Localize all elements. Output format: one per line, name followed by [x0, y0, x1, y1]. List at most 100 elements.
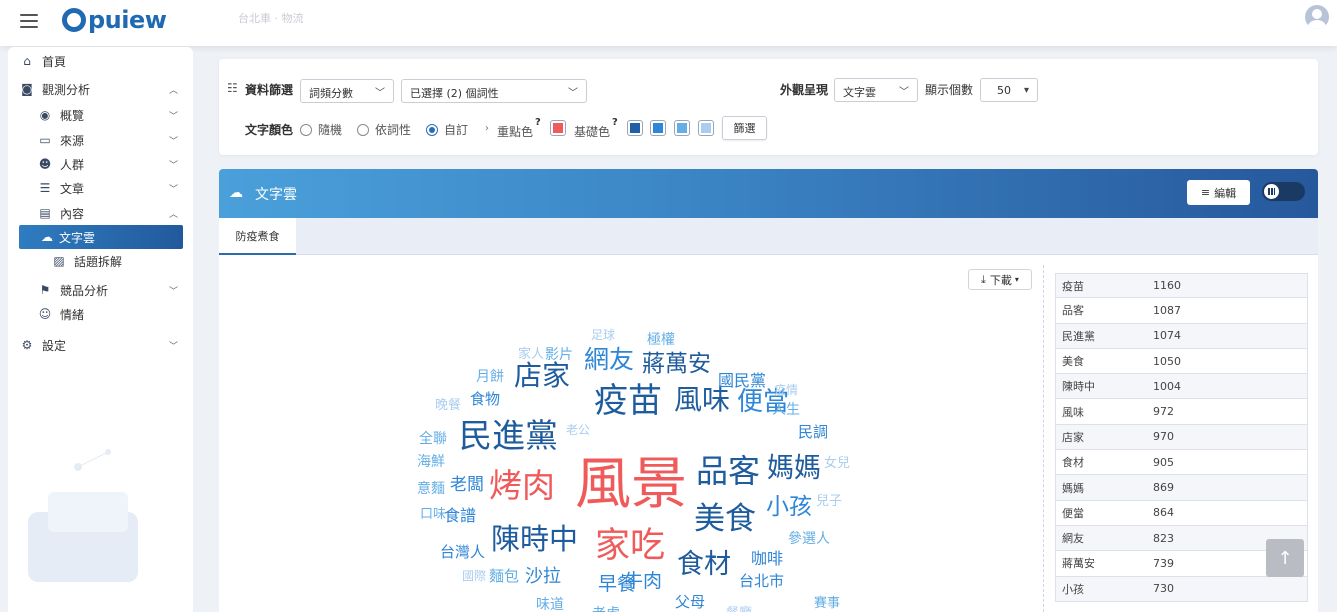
help-question-icon[interactable]: ?	[535, 117, 541, 128]
wordcloud-word[interactable]: 意麵	[417, 482, 445, 496]
sidebar-item-home[interactable]: ⌂ 首頁	[20, 50, 66, 72]
sidebar-item-label: 人群	[60, 157, 85, 172]
wordcloud-word[interactable]: 食材	[677, 551, 731, 578]
filter-button[interactable]: 篩選	[722, 116, 767, 140]
pos-select[interactable]: 已選擇 (2) 個詞性 ﹀	[401, 79, 587, 103]
count-select[interactable]: 50 ▾	[980, 78, 1038, 102]
wordcloud-word[interactable]: 美食	[694, 504, 756, 535]
wordcloud-word[interactable]: 疫苗	[594, 384, 662, 418]
table-cell-word: 食材	[1062, 456, 1084, 470]
wordcloud-word[interactable]: 家人	[518, 348, 544, 361]
highlight-color-swatch[interactable]	[551, 121, 565, 135]
user-avatar-icon[interactable]	[1305, 5, 1329, 29]
tab-epidemic-cooking[interactable]: 防疫煮食	[219, 218, 296, 255]
sidebar-item-label: 文字雲	[59, 230, 96, 245]
help-question-icon[interactable]: ?	[612, 117, 618, 128]
wordcloud-word[interactable]: 父母	[675, 595, 705, 610]
base-color-swatch-2[interactable]	[651, 121, 665, 135]
sidebar-item-analysis[interactable]: ◙ 觀測分析 ︿	[20, 78, 190, 100]
table-cell-word: 便當	[1062, 506, 1084, 520]
base-color-swatch-4[interactable]	[699, 121, 713, 135]
wordcloud-word[interactable]: 沙拉	[525, 568, 561, 586]
wordcloud-word[interactable]: 家吃	[595, 529, 665, 564]
sidebar-item-content[interactable]: ▤ 內容 ︿	[38, 202, 190, 224]
wordcloud-word[interactable]: 咖啡	[751, 551, 783, 567]
appearance-select[interactable]: 文字雲 ﹀	[834, 78, 918, 102]
sidebar-item-settings[interactable]: ⚙ 設定 ﹀	[20, 334, 190, 356]
wordcloud-word[interactable]: 影片	[545, 348, 573, 362]
base-color-swatch-3[interactable]	[675, 121, 689, 135]
bar-chart-icon	[1264, 184, 1279, 199]
wordcloud-word[interactable]: 店家	[514, 362, 570, 390]
wordcloud-word[interactable]: 兒子	[816, 495, 842, 508]
table-row: 小孩 730	[1055, 576, 1308, 602]
wordcloud-word[interactable]: 早餐	[598, 575, 636, 594]
sort-select[interactable]: 詞頻分數 ﹀	[300, 79, 394, 103]
download-button[interactable]: ⤓ 下載 ▾	[968, 269, 1032, 290]
wordcloud-word[interactable]: 風景	[575, 457, 687, 513]
wordcloud-word[interactable]: 風味	[674, 386, 730, 414]
sidebar-item-people[interactable]: ☻ 人群 ﹀	[38, 153, 190, 175]
radio-custom[interactable]: 自訂	[426, 121, 468, 138]
cloud-icon: ☁	[41, 230, 53, 244]
wordcloud-word[interactable]: 民調	[798, 425, 828, 440]
wordcloud-word[interactable]: 台北市	[739, 574, 784, 589]
wordcloud-word[interactable]: 老虎	[592, 607, 620, 612]
sidebar-item-compete[interactable]: ⚑ 競品分析 ﹀	[38, 279, 190, 301]
wordcloud-word[interactable]: 人生	[772, 403, 800, 417]
base-color-swatch-1[interactable]	[628, 121, 642, 135]
wordcloud-word[interactable]: 台灣人	[440, 545, 485, 560]
wordcloud-word[interactable]: 網友	[584, 347, 634, 372]
sidebar-item-wordcloud[interactable]: ☁ 文字雲	[19, 225, 183, 249]
wordcloud-word[interactable]: 極權	[647, 333, 675, 347]
wordcloud-word[interactable]: 食物	[470, 392, 500, 407]
wordcloud-word[interactable]: 麵包	[489, 569, 519, 584]
caret-down-icon: ▾	[1023, 85, 1029, 96]
wordcloud-word[interactable]: 海鮮	[417, 455, 445, 469]
chevron-down-icon: ﹀	[168, 286, 178, 297]
sidebar-item-overview[interactable]: ◉ 概覽 ﹀	[38, 104, 190, 126]
wordcloud-word[interactable]: 全聯	[419, 432, 447, 446]
radio-by-pos[interactable]: 依詞性	[357, 121, 411, 138]
table-cell-count: 1050	[1153, 354, 1181, 368]
wordcloud-word[interactable]: 老闆	[450, 477, 484, 494]
sidebar-item-emotion[interactable]: ☺ 情緒	[38, 303, 84, 325]
chevron-down-icon: ﹀	[375, 88, 385, 99]
wordcloud-word[interactable]: 國民黨	[718, 373, 766, 389]
wordcloud-word[interactable]: 餐廳	[726, 607, 752, 612]
wordcloud-word[interactable]: 民進黨	[459, 419, 558, 452]
wordcloud-word[interactable]: 媽媽	[767, 455, 821, 482]
hamburger-menu-icon[interactable]	[20, 14, 38, 28]
opview-logo[interactable]: puiew	[62, 6, 167, 34]
wordcloud-word[interactable]: 賽事	[814, 597, 840, 610]
wordcloud-word[interactable]: 國際	[462, 570, 486, 582]
sidebar-item-article[interactable]: ☰ 文章 ﹀	[38, 177, 190, 199]
download-icon: ⤓	[981, 272, 986, 286]
sidebar-item-topic[interactable]: ▨ 話題拆解	[52, 250, 122, 272]
wordcloud-word[interactable]: 烤肉	[489, 469, 555, 502]
radio-label: 隨機	[318, 123, 343, 137]
wordcloud-word[interactable]: 晚餐	[435, 399, 461, 412]
wordcloud-word[interactable]: 足球	[591, 329, 615, 341]
wordcloud-word[interactable]: 食譜	[444, 508, 476, 524]
wordcloud-word[interactable]: 品客	[696, 455, 760, 487]
edit-button[interactable]: ≡ 編輯	[1187, 180, 1250, 205]
sidebar-item-source[interactable]: ▭ 來源 ﹀	[38, 129, 190, 151]
wordcloud-word[interactable]: 味道	[536, 598, 564, 612]
wordcloud-word[interactable]: 小孩	[766, 496, 812, 519]
wordcloud-word[interactable]: 老公	[566, 424, 590, 436]
chart-view-toggle[interactable]	[1262, 182, 1305, 201]
table-cell-count: 869	[1153, 481, 1174, 495]
count-label: 顯示個數	[925, 83, 974, 97]
wordcloud-word[interactable]: 口味	[420, 508, 446, 521]
radio-random[interactable]: 隨機	[300, 121, 342, 138]
wordcloud-word[interactable]: 蔣萬安	[642, 353, 711, 376]
chevron-down-icon: ﹀	[168, 160, 178, 171]
wordcloud-word[interactable]: 女兒	[824, 457, 850, 470]
wordcloud-word[interactable]: 陳時中	[491, 525, 578, 554]
radio-dot-selected	[426, 123, 438, 136]
wordcloud-word[interactable]: 疫情	[774, 384, 798, 396]
scroll-to-top-button[interactable]: ↑	[1266, 539, 1304, 577]
wordcloud-word[interactable]: 參選人	[788, 532, 830, 546]
wordcloud-word[interactable]: 月餅	[476, 370, 504, 384]
